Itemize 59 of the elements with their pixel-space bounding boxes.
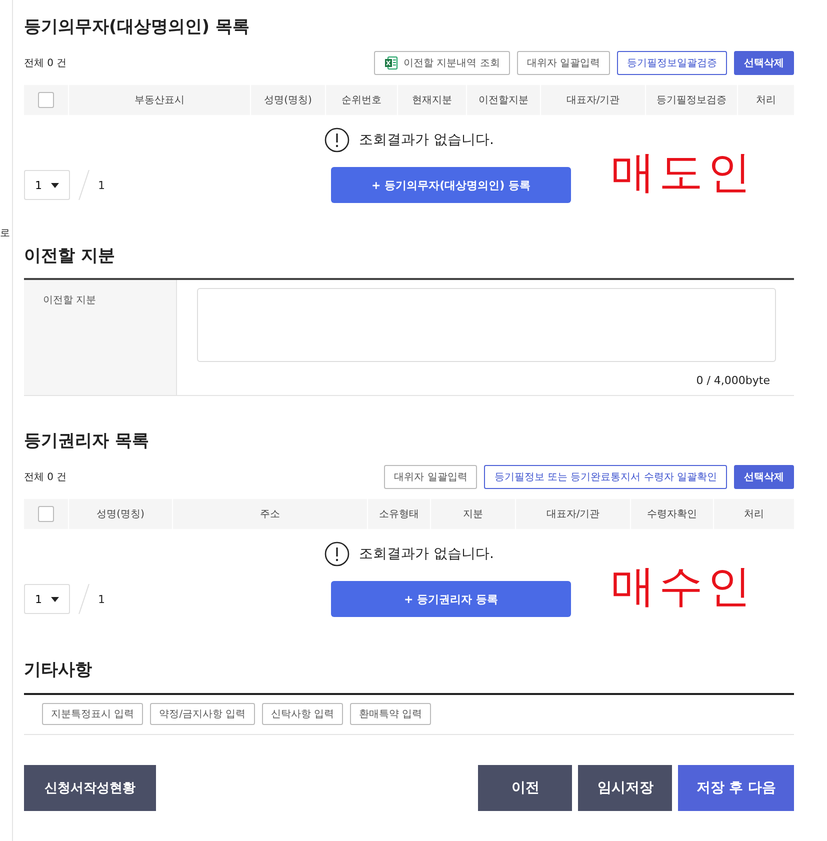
action-button[interactable]: 선택삭제 (734, 465, 794, 489)
section-title: 등기권리자 목록 (24, 430, 150, 453)
caret-icon (51, 596, 59, 602)
page-select[interactable]: 1 (24, 584, 70, 614)
footer-button[interactable]: 임시저장 (578, 765, 672, 811)
action-button[interactable]: 대위자 일괄입력 (516, 51, 610, 75)
column-header: 수령자확인 (630, 499, 713, 529)
section-title: 등기의무자(대상명의인) 목록 (24, 16, 250, 39)
column-header: 현재지분 (397, 85, 466, 115)
input-button[interactable]: 신탁사항 입력 (262, 703, 343, 725)
input-button[interactable]: 약정/금지사항 입력 (150, 703, 255, 725)
action-button[interactable]: 등기필정보일괄검증 (617, 51, 727, 75)
text-area[interactable] (197, 288, 776, 362)
action-button[interactable]: 등기필정보 또는 등기완료통지서 수령자 일괄확인 (484, 465, 727, 489)
column-header: 부동산표시 (68, 85, 250, 115)
column-header: 주소 (172, 499, 367, 529)
status-button[interactable]: 신청서작성현황 (24, 765, 156, 811)
column-header: 대표자/기관 (515, 499, 630, 529)
column-header: 순위번호 (325, 85, 397, 115)
total-count: 전체 0 건 (24, 57, 67, 70)
handwritten-note: 매수인 (611, 560, 755, 614)
total-pages: 1 (98, 178, 105, 192)
handwritten-note: 매도인 (611, 146, 755, 200)
total-pages: 1 (98, 592, 105, 606)
column-header: 성명(명칭) (68, 499, 172, 529)
slash-divider (78, 584, 90, 614)
column-header: 이전할지분 (466, 85, 540, 115)
field-label: 이전할 지분 (43, 295, 96, 306)
footer-button[interactable]: 이전 (478, 765, 572, 811)
action-button[interactable]: 선택삭제 (734, 51, 794, 75)
page-select[interactable]: 1 (24, 170, 70, 200)
total-count: 전체 0 건 (24, 471, 67, 484)
register-button[interactable]: + 등기의무자(대상명의인) 등록 (331, 167, 571, 203)
action-button[interactable]: 이전할 지분내역 조회 (374, 51, 510, 75)
slash-divider (78, 170, 90, 200)
exclamation-icon (324, 127, 350, 153)
register-button[interactable]: + 등기권리자 등록 (331, 581, 571, 617)
footer-button[interactable]: 저장 후 다음 (678, 765, 794, 811)
section-title: 기타사항 (24, 657, 794, 695)
input-button[interactable]: 지분특정표시 입력 (42, 703, 144, 725)
column-header: 지분 (430, 499, 515, 529)
exclamation-icon (324, 541, 350, 567)
caret-icon (51, 182, 59, 188)
column-header: 등기필정보검증 (645, 85, 737, 115)
column-header: 대표자/기관 (540, 85, 645, 115)
column-header: 처리 (737, 85, 794, 115)
side-text: 로 (0, 227, 10, 240)
select-all-checkbox[interactable] (38, 506, 54, 522)
byte-counter: 0 / 4,000byte (696, 374, 770, 387)
empty-message: 조회결과가 없습니다. (359, 545, 494, 563)
spreadsheet-icon (384, 56, 398, 70)
select-all-checkbox[interactable] (38, 92, 54, 108)
section-title: 이전할 지분 (24, 245, 116, 268)
column-header: 처리 (713, 499, 794, 529)
input-button[interactable]: 환매특약 입력 (350, 703, 432, 725)
column-header: 성명(명칭) (250, 85, 325, 115)
empty-message: 조회결과가 없습니다. (359, 131, 494, 149)
action-button[interactable]: 대위자 일괄입력 (384, 465, 478, 489)
column-header: 소유형태 (367, 499, 430, 529)
